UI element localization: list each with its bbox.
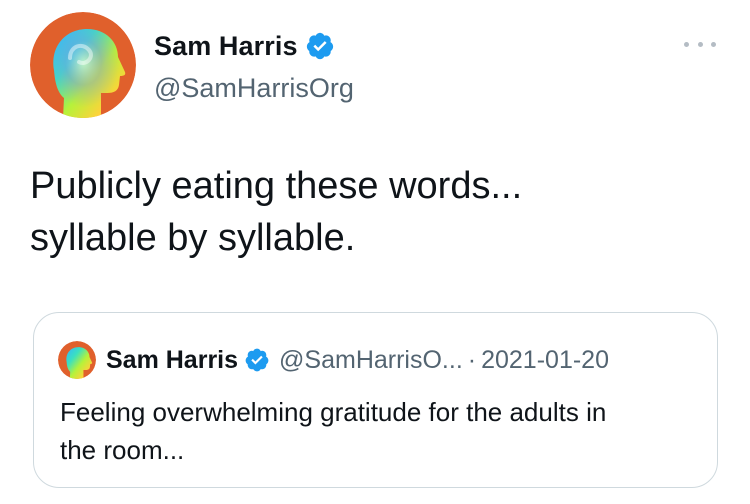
head-profile-avatar-icon [30, 12, 136, 118]
quoted-tweet-header: Sam Harris @SamHarrisO... · 2021-01-20 [58, 341, 609, 379]
quoted-text-line: Feeling overwhelming gratitude for the a… [60, 397, 607, 427]
author-avatar[interactable] [30, 12, 136, 118]
author-display-name[interactable]: Sam Harris [154, 26, 298, 66]
head-profile-avatar-icon [58, 341, 96, 379]
author-handle[interactable]: @SamHarrisOrg [154, 70, 354, 106]
quoted-separator: · [467, 345, 477, 374]
tweet-text-line: syllable by syllable. [30, 217, 356, 259]
more-dot [711, 41, 716, 47]
author-name-row: Sam Harris [154, 26, 354, 66]
tweet-text: Publicly eating these words... syllable … [30, 160, 710, 264]
quoted-author-avatar [58, 341, 96, 379]
quoted-tweet-date[interactable]: 2021-01-20 [481, 346, 609, 375]
verified-badge-icon [306, 32, 333, 60]
quoted-author-handle: @SamHarrisO... [279, 345, 463, 374]
quoted-text-line: the room... [60, 435, 185, 465]
tweet-card: Sam Harris @SamHarrisOrg Publicly eating… [0, 0, 750, 504]
quoted-tweet-text: Feeling overwhelming gratitude for the a… [60, 393, 700, 469]
tweet-text-line: Publicly eating these words... [30, 165, 523, 207]
quoted-tweet[interactable]: Sam Harris @SamHarrisO... · 2021-01-20 F… [33, 312, 718, 488]
more-options-icon[interactable] [684, 38, 716, 50]
more-dot [697, 41, 703, 47]
quoted-author-display-name: Sam Harris [106, 345, 239, 374]
author-info: Sam Harris @SamHarrisOrg [154, 26, 354, 106]
verified-badge-icon [245, 348, 269, 372]
more-dot [684, 41, 689, 47]
